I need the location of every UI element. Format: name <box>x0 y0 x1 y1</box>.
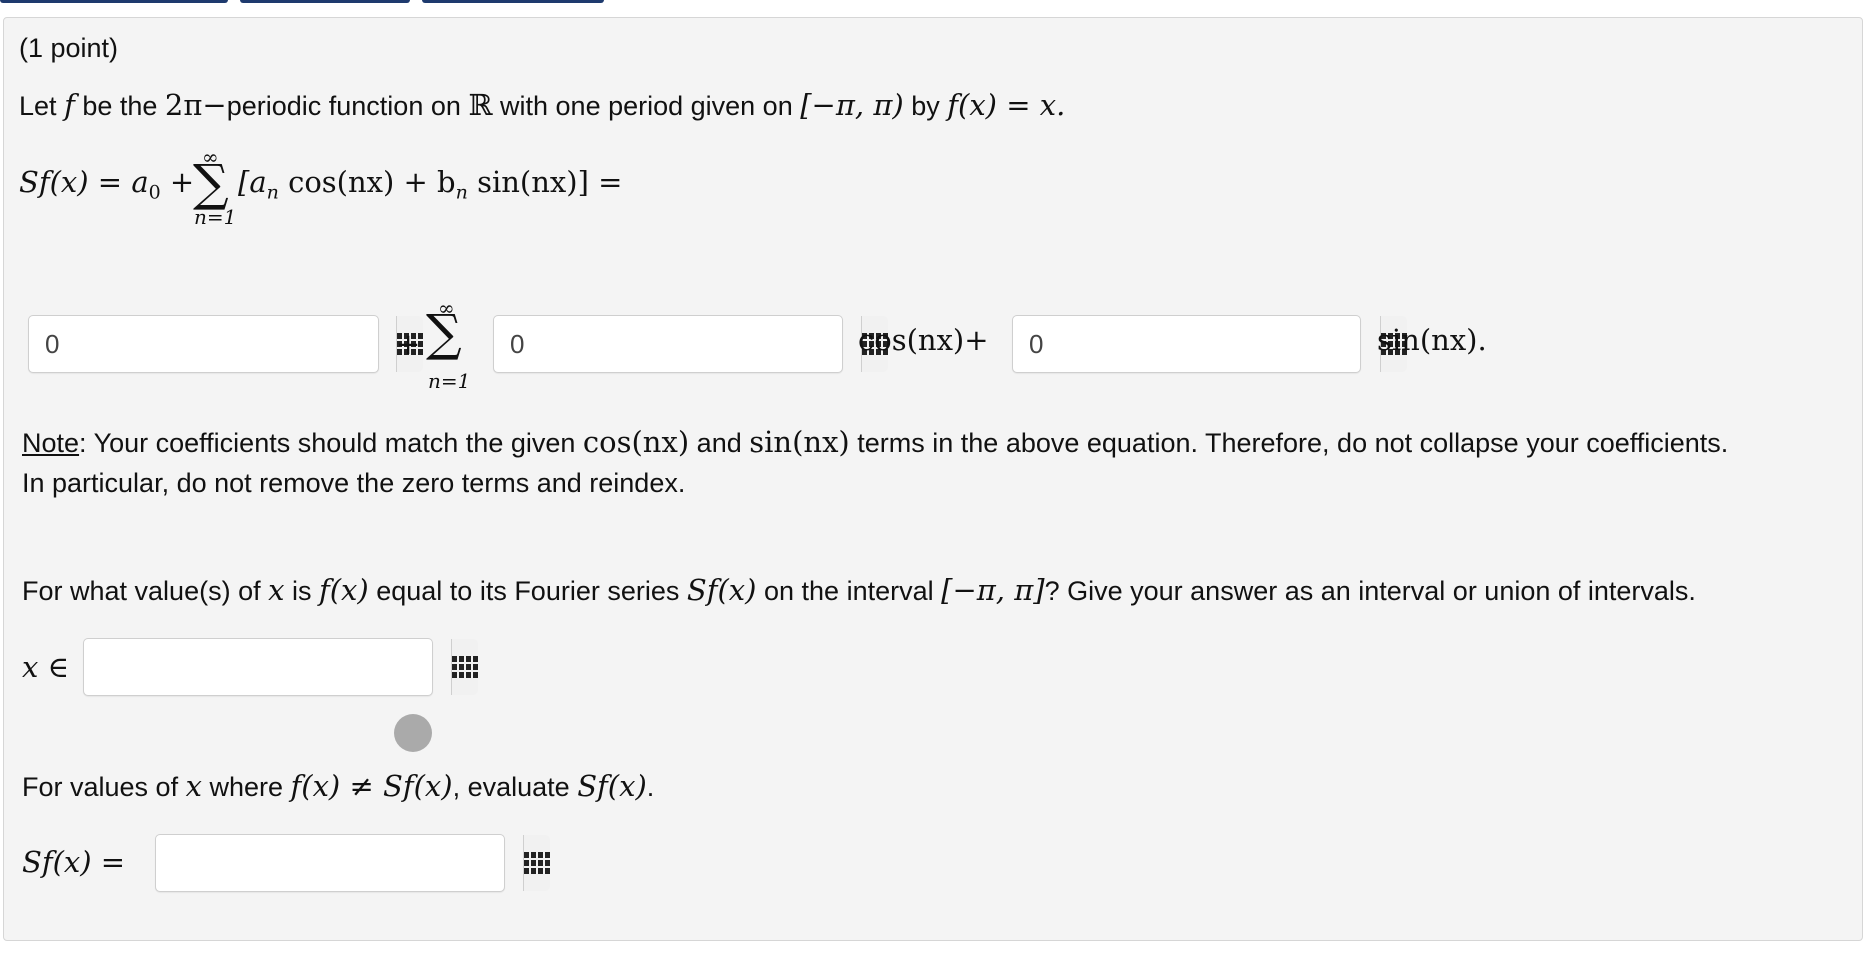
a0-input[interactable] <box>29 316 396 372</box>
question-3-text: For values of x where f(x) ≠ Sf(x), eval… <box>22 770 654 803</box>
series-sum-symbol: ∑ <box>193 154 229 212</box>
q3-answer-label: Sf(x) = <box>22 845 126 879</box>
intro-periodic: periodic function on <box>226 91 461 121</box>
bn-input[interactable] <box>1013 316 1380 372</box>
q2-keypad-button[interactable] <box>451 639 478 695</box>
q2-x: x <box>268 573 285 607</box>
series-sub-n2: n <box>455 181 468 204</box>
intro-f: f <box>64 88 75 122</box>
series-cos-part: cos(nx) + b <box>278 165 456 199</box>
q2-fx: f(x) <box>319 573 369 607</box>
note-and: and <box>696 428 742 458</box>
an-answer-box <box>493 315 888 373</box>
series-definition-lhs: Sf(x) = a0 + <box>19 166 194 208</box>
series-definition-body: [an cos(nx) + bn sin(nx)] = <box>238 166 622 208</box>
q3-answer-box <box>155 834 550 892</box>
q3-expr: f(x) ≠ Sf(x) <box>290 769 453 803</box>
series-sum-lower: n=1 <box>194 205 237 229</box>
sin-label: sin(nx). <box>1377 323 1487 357</box>
intro-two-pi: 2π− <box>164 88 227 122</box>
question-2-text: For what value(s) of x is f(x) equal to … <box>22 574 1696 607</box>
top-tab-3[interactable] <box>422 0 604 3</box>
q3-x: x <box>185 769 202 803</box>
intro-line: Let f be the 2π−periodic function on ℝ w… <box>19 89 1065 122</box>
series-lhs: Sf(x) = a <box>19 165 149 199</box>
series-plus: + <box>160 165 195 199</box>
note-line-2: In particular, do not remove the zero te… <box>22 468 686 498</box>
series-body-1: [a <box>238 165 267 199</box>
q2-interval: [−π, π] <box>941 573 1045 607</box>
q3-where: where <box>209 772 284 802</box>
note-colon: : <box>79 428 87 458</box>
cos-label: cos(nx)+ <box>858 323 989 357</box>
q2-text-1: For what value(s) of <box>22 576 261 606</box>
q2-is: is <box>291 576 312 606</box>
q2-input[interactable] <box>84 639 451 695</box>
q2-text-2: ? Give your answer as an interval or uni… <box>1044 576 1696 606</box>
keypad-grid-icon <box>524 852 550 874</box>
intro-let: Let <box>19 91 57 121</box>
loading-spinner-icon <box>394 714 432 752</box>
note-line-1: Note: Your coefficients should match the… <box>22 426 1728 459</box>
series-lhs-sub: 0 <box>148 181 161 204</box>
q3-text-1: For values of <box>22 772 179 802</box>
q2-answer-box <box>83 638 478 696</box>
note-label: Note <box>22 428 80 458</box>
note-text-2: terms in the above equation. Therefore, … <box>857 428 1729 458</box>
note-cos: cos(nx) <box>582 425 690 459</box>
q3-text-2: , evaluate <box>452 772 570 802</box>
q3-input[interactable] <box>156 835 523 891</box>
q2-answer-label: x ∈ <box>22 650 70 684</box>
intro-by: by <box>911 91 940 121</box>
points-label: (1 point) <box>19 33 119 63</box>
intro-definition: f(x) = x. <box>947 88 1066 122</box>
top-tab-2[interactable] <box>240 0 410 3</box>
q2-sfx: Sf(x) <box>686 573 757 607</box>
q2-on-interval: on the interval <box>764 576 934 606</box>
intro-interval: [−π, π) <box>800 88 904 122</box>
q3-period: . <box>646 772 655 802</box>
answer-sum-symbol: ∑ <box>426 304 462 362</box>
series-sub-n1: n <box>266 181 279 204</box>
keypad-grid-icon <box>452 656 478 678</box>
answer-plus: + <box>396 327 421 361</box>
intro-reals: ℝ <box>468 88 493 122</box>
answer-sum-lower: n=1 <box>428 369 471 393</box>
note-text-1: Your coefficients should match the given <box>93 428 576 458</box>
a0-answer-box <box>28 315 423 373</box>
q2-equal-to: equal to its Fourier series <box>376 576 680 606</box>
series-sin-part: sin(nx)] = <box>467 165 623 199</box>
q3-sfx: Sf(x) <box>577 769 647 803</box>
intro-be-the: be the <box>82 91 158 121</box>
bn-answer-box <box>1012 315 1407 373</box>
an-input[interactable] <box>494 316 861 372</box>
top-tab-1[interactable] <box>0 0 228 3</box>
q3-keypad-button[interactable] <box>523 835 550 891</box>
note-sin: sin(nx) <box>749 425 850 459</box>
intro-with-one-period: with one period given on <box>500 91 793 121</box>
